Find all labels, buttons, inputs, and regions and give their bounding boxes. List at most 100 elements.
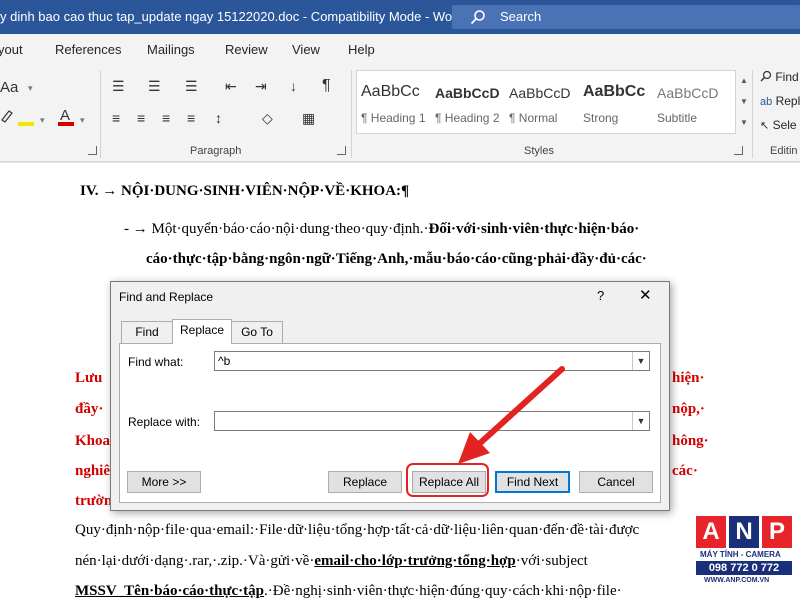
- anp-watermark: A N P MÁY TÍNH - CAMERA 098 772 0 772 WW…: [696, 516, 796, 592]
- cancel-button[interactable]: Cancel: [579, 471, 653, 493]
- align-left-icon[interactable]: ≡: [112, 110, 120, 126]
- replace-with-input[interactable]: ▼: [214, 411, 650, 431]
- annotation-highlight-ring: [406, 463, 489, 497]
- style-normal[interactable]: AaBbCcD ¶ Normal: [505, 71, 579, 133]
- borders-icon[interactable]: ▦: [302, 110, 315, 126]
- search-box[interactable]: Search: [452, 5, 800, 29]
- select-button[interactable]: ↖ Sele: [760, 118, 797, 132]
- more-button[interactable]: More >>: [127, 471, 201, 493]
- email-text: .·Đề·nghị·sinh·viên·thực·hiện·đúng·quy·c…: [264, 583, 622, 599]
- tab-replace[interactable]: Replace: [172, 319, 232, 344]
- font-color-bar: [58, 122, 74, 126]
- watermark-letter: P: [762, 516, 792, 548]
- dropdown-arrow-icon[interactable]: ▾: [28, 80, 33, 96]
- find-next-button[interactable]: Find Next: [495, 471, 570, 493]
- email-rule-line-3: MSSV_Tên·báo·cáo·thực·tập.·Đề·nghị·sinh·…: [75, 583, 622, 600]
- tab-help[interactable]: Help: [348, 42, 375, 57]
- style-preview: AaBbCcD: [509, 85, 571, 101]
- align-center-icon[interactable]: ≡: [137, 110, 145, 126]
- replace-button[interactable]: Replace: [328, 471, 402, 493]
- style-name: ¶ Normal: [509, 111, 558, 125]
- highlight-icon[interactable]: [0, 108, 14, 124]
- chevron-down-icon[interactable]: ▼: [738, 91, 750, 112]
- style-preview: AaBbCcD: [435, 85, 500, 101]
- red-text-fragment: hông·: [672, 433, 709, 449]
- select-label: Sele: [772, 118, 797, 132]
- font-dialog-launcher-icon[interactable]: [88, 146, 97, 155]
- increase-indent-icon[interactable]: ⇥: [255, 78, 267, 94]
- replace-button[interactable]: ab Repl: [760, 94, 800, 108]
- group-separator: [351, 70, 352, 158]
- tab-find[interactable]: Find: [121, 321, 173, 343]
- watermark-letter: A: [696, 516, 726, 548]
- close-icon[interactable]: ✕: [639, 286, 652, 304]
- justify-icon[interactable]: ≡: [187, 110, 195, 126]
- subject-format: MSSV_Tên·báo·cáo·thực·tập: [75, 583, 265, 599]
- watermark-letter: N: [729, 516, 759, 548]
- tab-layout[interactable]: yout: [0, 42, 23, 57]
- styles-gallery-scroll[interactable]: ▲ ▼ ▼: [738, 70, 750, 134]
- multilevel-list-icon[interactable]: ☰: [185, 78, 198, 94]
- styles-dialog-launcher-icon[interactable]: [734, 146, 743, 155]
- help-icon[interactable]: ?: [597, 288, 604, 303]
- style-preview: AaBbCc: [583, 83, 646, 100]
- style-name: Subtitle: [657, 111, 698, 125]
- dropdown-arrow-icon[interactable]: ▾: [80, 112, 85, 128]
- style-heading-2[interactable]: AaBbCcD ¶ Heading 2: [431, 71, 505, 133]
- bullet-line: - → Một·quyển·báo·cáo·nội·dung·theo·quy·…: [124, 221, 639, 238]
- bullet-line-2: cáo·thực·tập·bằng·ngôn·ngữ·Tiếng·Anh,·mẫ…: [146, 251, 647, 267]
- red-text-fragment: hiện·: [672, 370, 705, 386]
- red-text-fragment: nộp,·: [672, 401, 705, 417]
- tab-view[interactable]: View: [292, 42, 320, 57]
- group-label-editing: Editin: [770, 145, 798, 157]
- style-strong[interactable]: AaBbCc Strong: [579, 71, 653, 133]
- section-heading: IV. → NỘI·DUNG·SINH·VIÊN·NỘP·VỀ·KHOA:¶: [80, 183, 410, 199]
- style-heading-1[interactable]: AaBbCc ¶ Heading 1: [357, 71, 431, 133]
- numbering-icon[interactable]: ☰: [148, 78, 161, 94]
- shading-icon[interactable]: ◇: [262, 110, 273, 126]
- tab-mailings[interactable]: Mailings: [147, 42, 195, 57]
- find-label: Find: [775, 70, 799, 84]
- highlight-color-bar: [18, 122, 34, 126]
- find-button[interactable]: Find: [760, 70, 799, 84]
- bullet-bold-text: Đối·với·sinh·viên·thực·hiện·báo·: [428, 221, 640, 237]
- red-text-fragment: Lưu: [75, 370, 103, 386]
- group-separator: [100, 70, 101, 158]
- more-styles-icon[interactable]: ▼: [738, 112, 750, 133]
- red-text-fragment: đầy·: [75, 401, 104, 417]
- tab-goto[interactable]: Go To: [231, 321, 283, 343]
- sort-icon[interactable]: ↓: [290, 78, 297, 94]
- chevron-down-icon[interactable]: ▼: [632, 412, 649, 430]
- tab-references[interactable]: References: [55, 42, 121, 57]
- find-what-input[interactable]: ^b ▼: [214, 351, 650, 371]
- style-name: Strong: [583, 111, 619, 125]
- search-icon: [470, 10, 485, 25]
- bullet-text: - → Một·quyển·báo·cáo·nội·dung·theo·quy·…: [124, 221, 429, 237]
- paragraph-dialog-launcher-icon[interactable]: [337, 146, 346, 155]
- red-text-fragment: các·: [672, 463, 698, 479]
- email-emphasis: email·cho·lớp·trưởng·tổng·hợp: [314, 553, 516, 569]
- bullets-icon[interactable]: ☰: [112, 78, 125, 94]
- styles-gallery: AaBbCc ¶ Heading 1 AaBbCcD ¶ Heading 2 A…: [356, 70, 736, 134]
- title-bar: y dinh bao cao thuc tap_update ngay 1512…: [0, 0, 800, 34]
- red-text-fragment: trườn: [75, 493, 113, 509]
- decrease-indent-icon[interactable]: ⇤: [225, 78, 237, 94]
- group-label-paragraph: Paragraph: [190, 145, 242, 157]
- search-label: Search: [500, 9, 542, 24]
- tab-review[interactable]: Review: [225, 42, 268, 57]
- style-subtitle[interactable]: AaBbCcD Subtitle: [653, 71, 727, 133]
- email-text: nén·lại·dưới·dạng·.rar,·.zip.·Và·gửi·về·: [75, 553, 315, 569]
- line-spacing-icon[interactable]: ↕: [215, 110, 222, 126]
- chevron-up-icon[interactable]: ▲: [738, 70, 750, 91]
- pilcrow-icon[interactable]: ¶: [322, 78, 331, 94]
- align-right-icon[interactable]: ≡: [162, 110, 170, 126]
- watermark-tagline: MÁY TÍNH - CAMERA: [700, 550, 781, 559]
- chevron-down-icon[interactable]: ▼: [632, 352, 649, 370]
- replace-label: Repl: [775, 94, 800, 108]
- style-preview: AaBbCcD: [657, 85, 719, 101]
- ribbon-tabs: yout References Mailings Review View Hel…: [0, 34, 800, 64]
- group-separator: [752, 70, 753, 158]
- dropdown-arrow-icon[interactable]: ▾: [40, 112, 45, 128]
- change-case-icon[interactable]: Aa: [0, 80, 18, 96]
- style-preview: AaBbCc: [361, 83, 420, 100]
